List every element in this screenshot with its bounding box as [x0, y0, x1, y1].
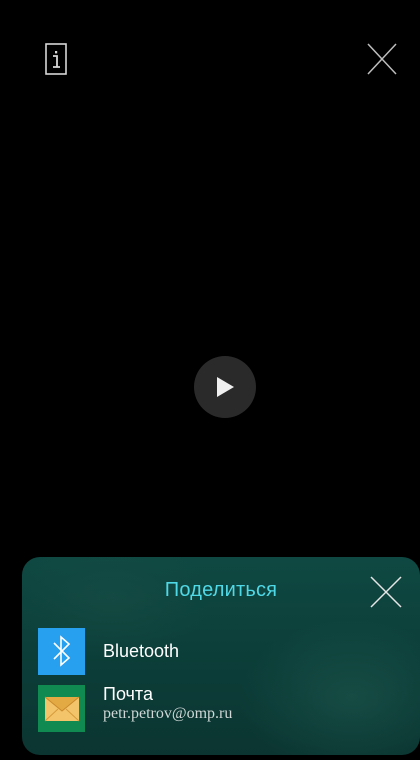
play-icon — [217, 377, 234, 397]
share-option-mail[interactable]: Почта petr.petrov@omp.ru — [38, 683, 404, 735]
share-sheet: Поделиться Bluetooth Почта petr.petrov@o… — [22, 557, 420, 755]
share-option-bluetooth[interactable]: Bluetooth — [38, 627, 404, 675]
close-icon — [367, 43, 397, 75]
video-viewer-screen: Поделиться Bluetooth Почта petr.petrov@o… — [0, 0, 420, 760]
mail-icon — [38, 685, 85, 732]
share-option-text: Bluetooth — [103, 640, 179, 662]
info-icon — [45, 43, 67, 75]
close-share-sheet-button[interactable] — [369, 575, 403, 609]
close-icon — [370, 576, 402, 608]
share-option-text: Почта petr.petrov@omp.ru — [103, 683, 232, 723]
play-button[interactable] — [194, 356, 256, 418]
info-button[interactable] — [44, 42, 72, 78]
close-viewer-button[interactable] — [366, 42, 398, 76]
share-option-label: Почта — [103, 684, 153, 704]
bluetooth-icon — [38, 627, 85, 675]
share-sheet-title: Поделиться — [164, 579, 278, 601]
share-option-account: petr.petrov@omp.ru — [103, 705, 233, 722]
share-option-label: Bluetooth — [103, 641, 180, 661]
